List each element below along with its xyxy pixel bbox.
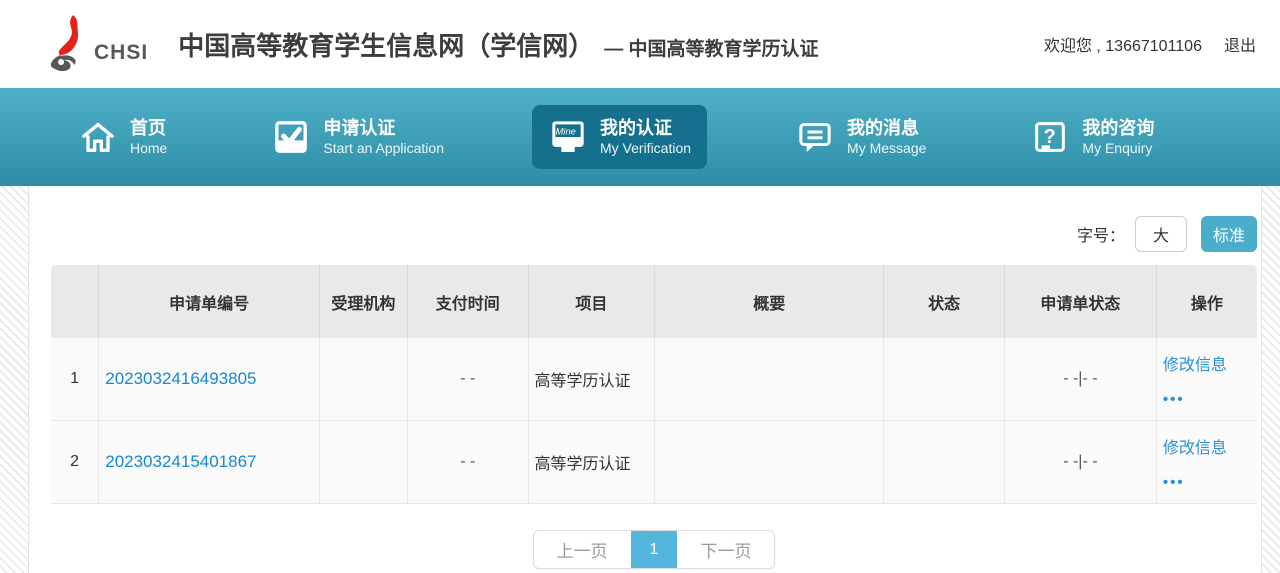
- summary-cell: [655, 338, 884, 421]
- message-icon: [795, 117, 835, 157]
- table-row: 1 2023032416493805 - - 高等学历认证 - -|- - 修改…: [51, 338, 1257, 421]
- nav-my-message-zh: 我的消息: [847, 117, 926, 140]
- agency-cell: [320, 421, 408, 504]
- col-index: [51, 265, 99, 338]
- col-actions: 操作: [1157, 265, 1257, 338]
- status-cell: [884, 421, 1005, 504]
- fontsize-toolbar: 字号： 大 标准: [51, 186, 1257, 250]
- agency-cell: [320, 338, 408, 421]
- prev-page-button[interactable]: 上一页: [534, 531, 631, 568]
- edit-info-link[interactable]: 修改信息: [1163, 434, 1251, 458]
- nav-item-my-verification[interactable]: Mine 我的认证 My Verification: [532, 105, 707, 169]
- row-index: 1: [51, 338, 99, 421]
- pagination-container: 上一页 1 下一页: [51, 530, 1257, 569]
- pagination: 上一页 1 下一页: [533, 530, 776, 569]
- nav-my-enquiry-zh: 我的咨询: [1082, 117, 1154, 140]
- col-order-number: 申请单编号: [99, 265, 320, 338]
- chsi-logo: CHSI: [46, 13, 148, 75]
- table-row: 2 2023032415401867 - - 高等学历认证 - -|- - 修改…: [51, 421, 1257, 504]
- col-agency: 受理机构: [320, 265, 408, 338]
- more-actions-link[interactable]: •••: [1163, 474, 1251, 491]
- edit-info-link[interactable]: 修改信息: [1163, 351, 1251, 375]
- actions-cell: 修改信息 •••: [1157, 421, 1257, 504]
- order-number-link[interactable]: 2023032415401867: [105, 452, 256, 471]
- col-status: 状态: [884, 265, 1005, 338]
- order-number-link[interactable]: 2023032416493805: [105, 369, 256, 388]
- nav-item-my-enquiry[interactable]: ? 我的咨询 My Enquiry: [1014, 105, 1170, 169]
- nav-home-zh: 首页: [130, 117, 167, 140]
- content-panel: 字号： 大 标准 申请单编号 受理机构 支付时间 项目 概要 状态 申请单状态: [28, 186, 1262, 573]
- fontsize-label: 字号：: [1077, 222, 1125, 246]
- current-page-button[interactable]: 1: [631, 531, 678, 568]
- col-summary: 概要: [655, 265, 884, 338]
- logo-text: CHSI: [94, 41, 148, 65]
- nav-start-application-en: Start an Application: [323, 140, 444, 158]
- more-actions-link[interactable]: •••: [1163, 391, 1251, 408]
- main-nav: 首页 Home 申请认证 Start an Application Mine 我…: [0, 88, 1280, 186]
- col-order-status: 申请单状态: [1005, 265, 1157, 338]
- nav-home-en: Home: [130, 140, 167, 158]
- header-user-area: 欢迎您 , 13667101106 退出: [1044, 32, 1256, 56]
- home-icon: [78, 117, 118, 157]
- nav-my-message-en: My Message: [847, 140, 926, 158]
- applications-table: 申请单编号 受理机构 支付时间 项目 概要 状态 申请单状态 操作 1 2023…: [51, 265, 1257, 504]
- nav-my-verification-en: My Verification: [600, 140, 691, 158]
- col-project: 项目: [529, 265, 656, 338]
- logout-link[interactable]: 退出: [1224, 32, 1256, 56]
- site-title-sub: — 中国高等教育学历认证: [604, 34, 818, 61]
- status-cell: [884, 338, 1005, 421]
- fontsize-standard-button[interactable]: 标准: [1201, 216, 1257, 252]
- table-header-row: 申请单编号 受理机构 支付时间 项目 概要 状态 申请单状态 操作: [51, 265, 1257, 338]
- order-number-cell: 2023032416493805: [99, 338, 320, 421]
- nav-my-enquiry-en: My Enquiry: [1082, 140, 1154, 158]
- pay-time-cell: - -: [408, 338, 529, 421]
- svg-text:?: ?: [1044, 126, 1056, 148]
- question-icon: ?: [1030, 117, 1070, 157]
- top-header: CHSI 中国高等教育学生信息网（学信网） — 中国高等教育学历认证 欢迎您 ,…: [0, 0, 1280, 88]
- summary-cell: [655, 421, 884, 504]
- row-index: 2: [51, 421, 99, 504]
- col-pay-time: 支付时间: [408, 265, 529, 338]
- nav-item-start-application[interactable]: 申请认证 Start an Application: [255, 105, 460, 169]
- site-title: 中国高等教育学生信息网（学信网） — 中国高等教育学历认证: [178, 26, 818, 63]
- content-background: 字号： 大 标准 申请单编号 受理机构 支付时间 项目 概要 状态 申请单状态: [0, 186, 1280, 573]
- order-status-cell: - -|- -: [1005, 421, 1157, 504]
- svg-text:Mine: Mine: [556, 127, 576, 137]
- nav-start-application-zh: 申请认证: [323, 117, 444, 140]
- site-title-main: 中国高等教育学生信息网（学信网）: [178, 26, 594, 63]
- mine-icon: Mine: [548, 117, 588, 157]
- project-cell: 高等学历认证: [529, 421, 656, 504]
- chsi-bird-icon: [46, 13, 92, 75]
- next-page-button[interactable]: 下一页: [677, 531, 774, 568]
- checkbox-icon: [271, 117, 311, 157]
- nav-item-home[interactable]: 首页 Home: [62, 105, 183, 169]
- order-number-cell: 2023032415401867: [99, 421, 320, 504]
- nav-my-verification-zh: 我的认证: [600, 117, 691, 140]
- project-cell: 高等学历认证: [529, 338, 656, 421]
- fontsize-large-button[interactable]: 大: [1135, 216, 1187, 252]
- order-status-cell: - -|- -: [1005, 338, 1157, 421]
- actions-cell: 修改信息 •••: [1157, 338, 1257, 421]
- welcome-text: 欢迎您 , 13667101106: [1044, 32, 1202, 56]
- nav-item-my-message[interactable]: 我的消息 My Message: [779, 105, 942, 169]
- pay-time-cell: - -: [408, 421, 529, 504]
